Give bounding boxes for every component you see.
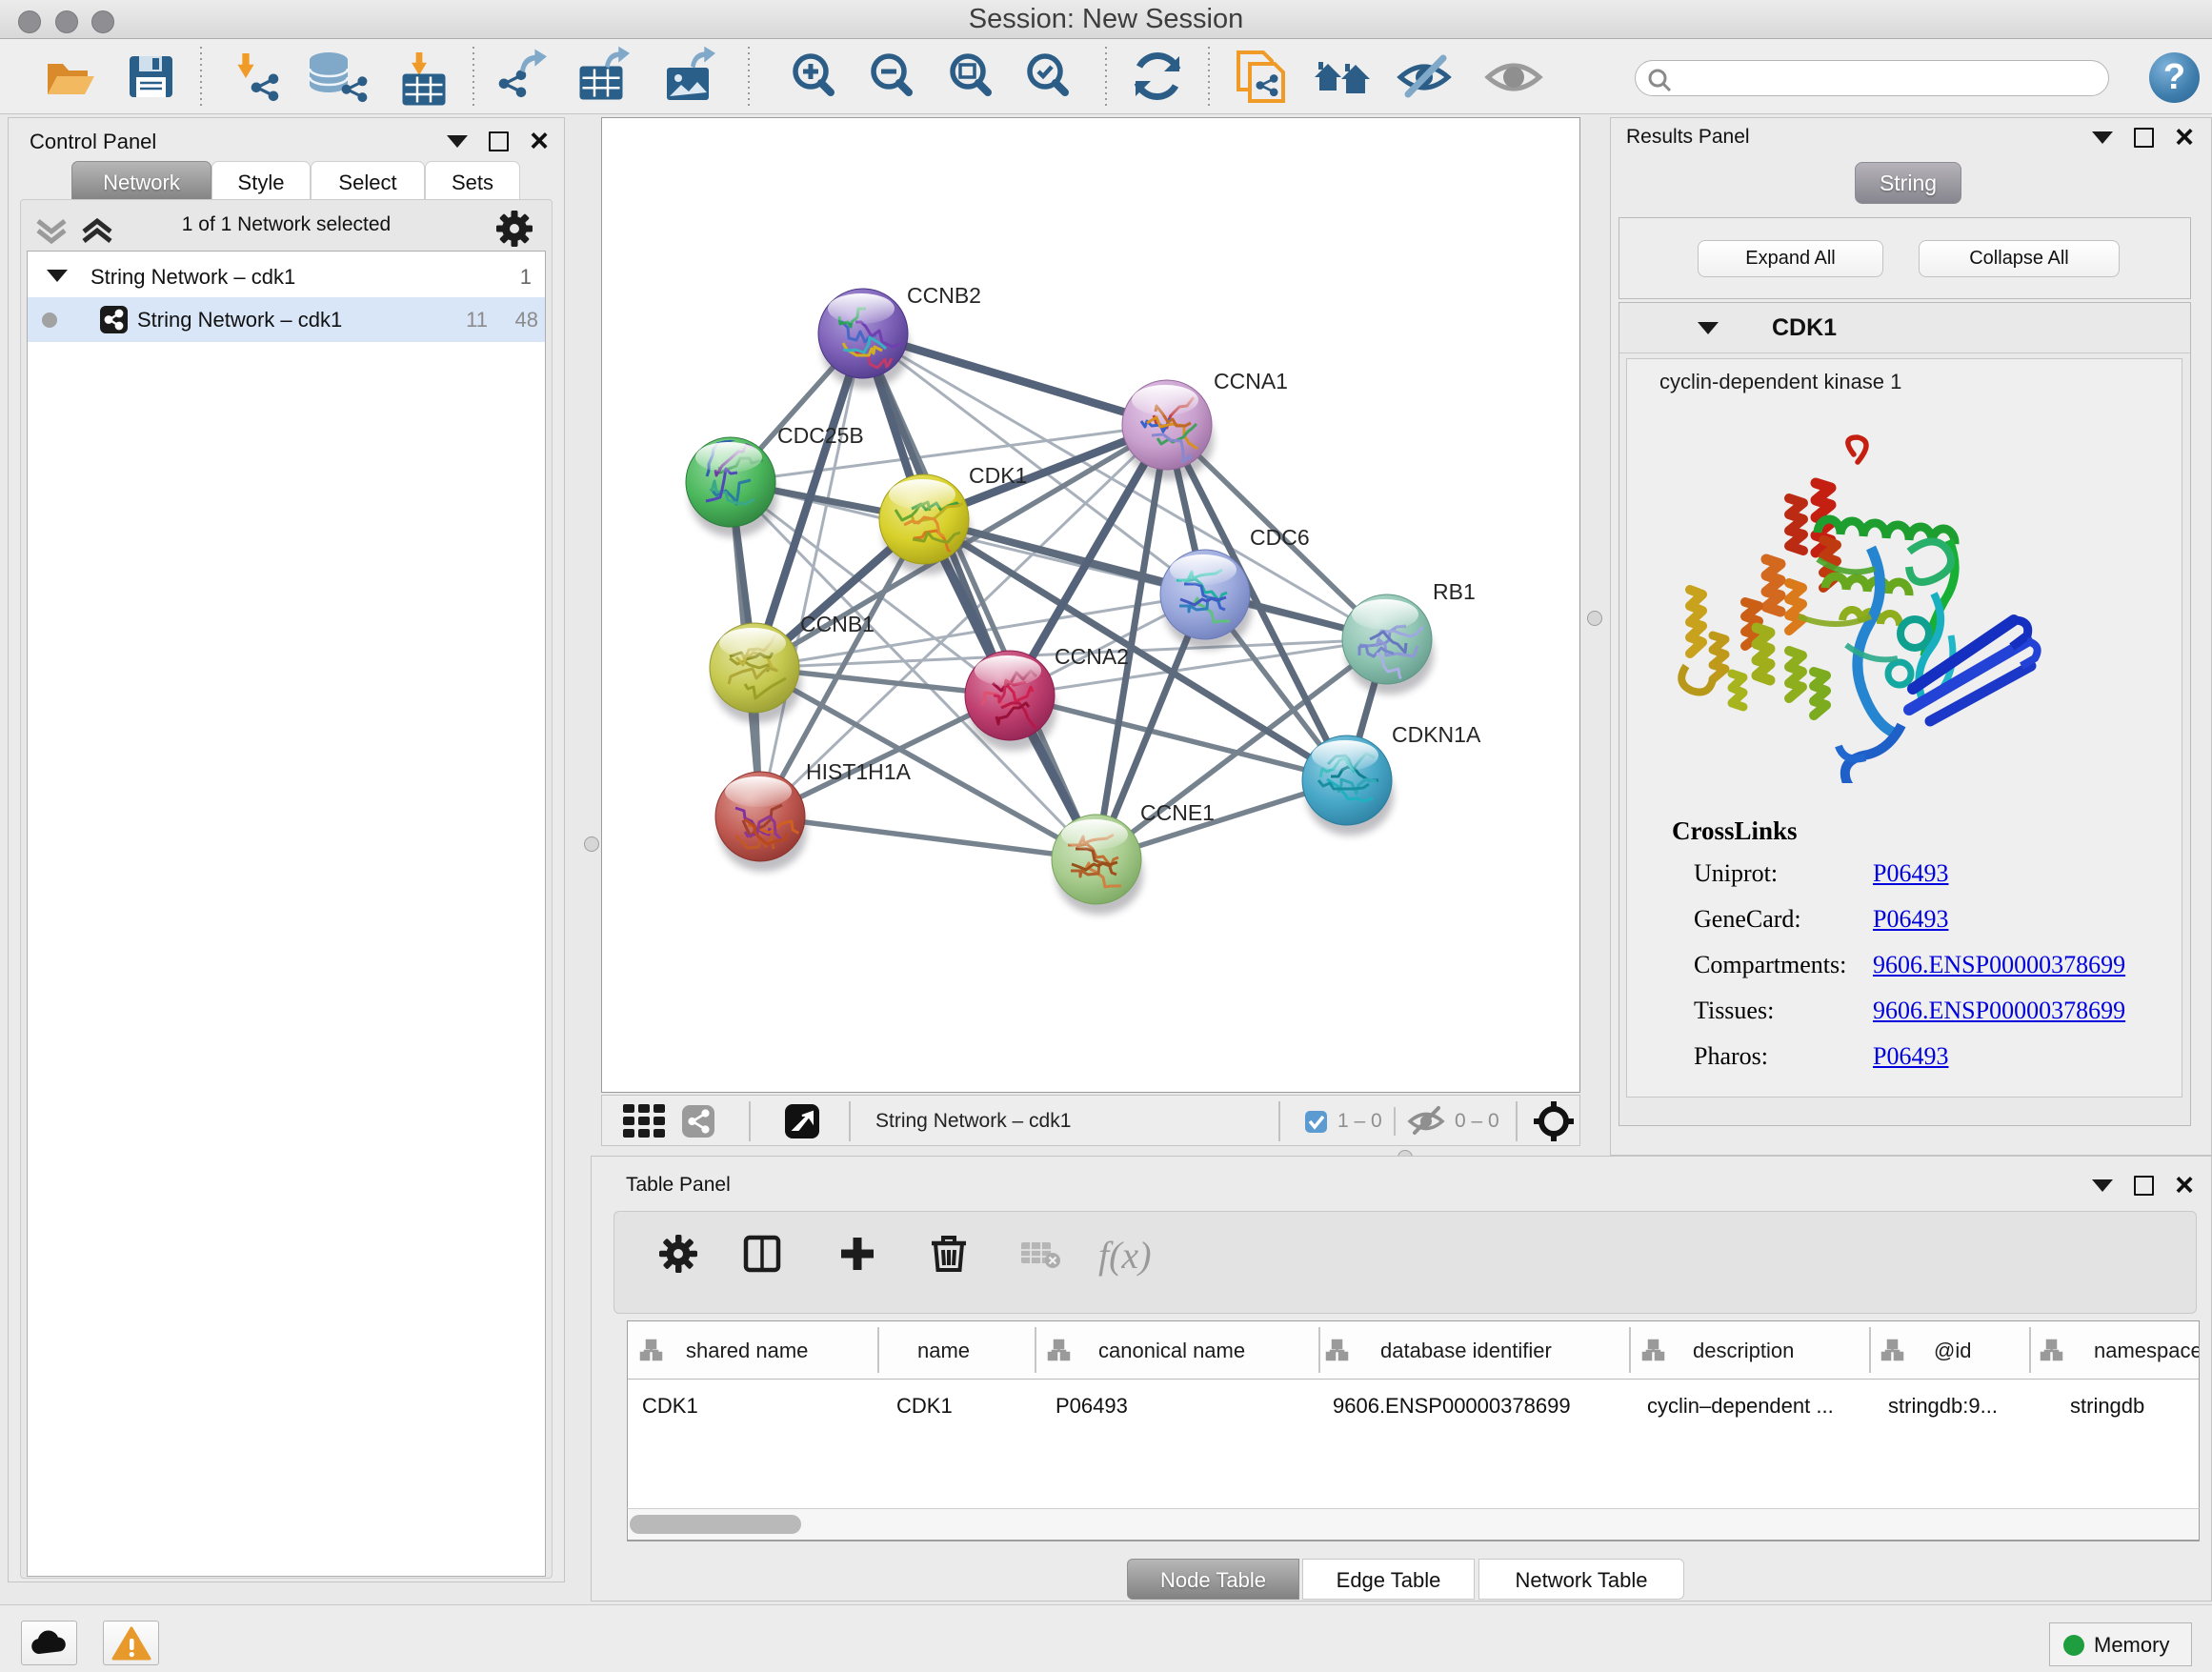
svg-text:CDC6: CDC6 xyxy=(1250,525,1310,550)
svg-text:CCNA2: CCNA2 xyxy=(1055,644,1129,669)
svg-text:name: name xyxy=(917,1339,970,1362)
svg-text:CDKN1A: CDKN1A xyxy=(1392,722,1481,747)
svg-text:description: description xyxy=(1693,1339,1794,1362)
svg-text:@id: @id xyxy=(1934,1339,1971,1362)
svg-text:CCNE1: CCNE1 xyxy=(1140,800,1215,825)
svg-text:canonical name: canonical name xyxy=(1098,1339,1245,1362)
svg-text:CCNB2: CCNB2 xyxy=(907,283,981,308)
svg-text:database identifier: database identifier xyxy=(1380,1339,1552,1362)
svg-text:shared name: shared name xyxy=(686,1339,808,1362)
svg-text:HIST1H1A: HIST1H1A xyxy=(806,759,912,784)
svg-text:CCNB1: CCNB1 xyxy=(800,612,875,636)
svg-text:CDC25B: CDC25B xyxy=(777,423,864,448)
svg-text:namespace: namespace xyxy=(2094,1339,2199,1362)
svg-text:CCNA1: CCNA1 xyxy=(1214,369,1288,393)
svg-text:CDK1: CDK1 xyxy=(969,463,1027,488)
svg-text:RB1: RB1 xyxy=(1433,579,1476,604)
